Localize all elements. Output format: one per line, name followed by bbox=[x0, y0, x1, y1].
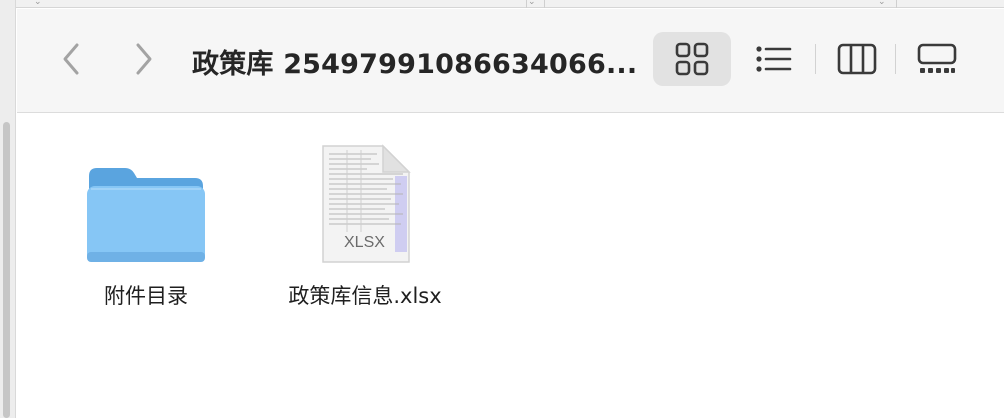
list-view-button[interactable] bbox=[741, 32, 807, 86]
columns-icon bbox=[837, 43, 877, 75]
chevron-right-icon bbox=[136, 43, 152, 75]
forward-button[interactable] bbox=[128, 40, 160, 78]
gallery-icon bbox=[917, 43, 957, 73]
gallery-view-button[interactable] bbox=[903, 32, 971, 86]
file-name: 附件目录 bbox=[104, 284, 188, 308]
finder-toolbar: 政策库 25497991086634066... bbox=[17, 9, 1004, 113]
folder-icon bbox=[87, 168, 205, 262]
file-item-folder[interactable]: 附件目录 bbox=[41, 142, 251, 310]
back-button[interactable] bbox=[55, 40, 87, 78]
xlsx-badge: XLSX bbox=[344, 234, 385, 251]
list-icon bbox=[756, 46, 792, 72]
icon-view-button[interactable] bbox=[653, 32, 731, 86]
sidebar-edge bbox=[0, 0, 16, 418]
sidebar-scrollbar[interactable] bbox=[3, 122, 10, 418]
column-divider bbox=[896, 0, 897, 8]
toolbar-divider bbox=[815, 44, 816, 74]
column-divider bbox=[544, 0, 545, 8]
window-title: 政策库 25497991086634066... bbox=[192, 49, 638, 80]
column-divider bbox=[526, 0, 527, 8]
chevron-down-icon: ⌄ bbox=[878, 0, 886, 7]
file-name: 政策库信息.xlsx bbox=[288, 284, 442, 308]
chevron-down-icon: ⌄ bbox=[528, 0, 536, 7]
chevron-down-icon: ⌄ bbox=[34, 0, 42, 7]
file-item-xlsx[interactable]: 政策库信息.xlsx bbox=[260, 142, 470, 310]
grid-icon bbox=[675, 42, 709, 76]
top-column-strip: ⌄ ⌄ ⌄ bbox=[16, 0, 1004, 8]
column-view-button[interactable] bbox=[825, 32, 889, 86]
file-browser-content: 附件目录 政策库信息.xlsx XLSX bbox=[17, 114, 1004, 418]
chevron-left-icon bbox=[63, 43, 79, 75]
toolbar-divider bbox=[895, 44, 896, 74]
